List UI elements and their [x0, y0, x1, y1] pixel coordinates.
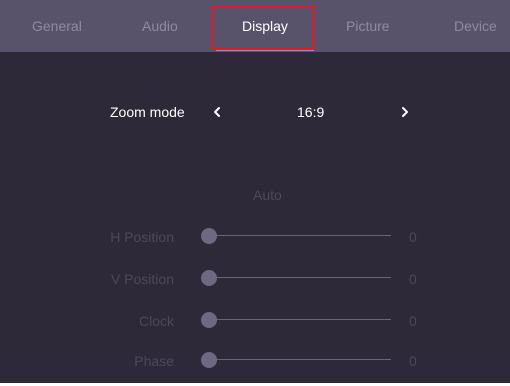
v-position-slider-thumb[interactable] — [201, 270, 217, 286]
h-position-slider-thumb[interactable] — [201, 228, 217, 244]
phase-slider-thumb[interactable] — [201, 352, 217, 368]
phase-slider-track — [209, 359, 391, 360]
h-position-slider-track — [209, 235, 391, 236]
display-tab-highlight-box — [211, 6, 314, 50]
clock-slider-thumb[interactable] — [201, 312, 217, 328]
clock-value: 0 — [409, 313, 417, 329]
clock-slider[interactable] — [201, 312, 391, 328]
h-position-value: 0 — [409, 229, 417, 245]
tab-device[interactable]: Device — [454, 17, 497, 35]
phase-slider[interactable] — [201, 352, 391, 368]
v-position-value: 0 — [409, 271, 417, 287]
zoom-mode-label: Zoom mode — [110, 104, 185, 120]
h-position-label: H Position — [110, 229, 174, 245]
v-position-label: V Position — [110, 271, 174, 287]
tab-general[interactable]: General — [32, 17, 82, 35]
chevron-right-icon[interactable] — [398, 104, 412, 120]
chevron-left-icon[interactable] — [210, 104, 224, 120]
phase-value: 0 — [409, 353, 417, 369]
h-position-slider[interactable] — [201, 228, 391, 244]
tab-picture[interactable]: Picture — [346, 17, 390, 35]
clock-slider-track — [209, 319, 391, 320]
zoom-mode-value: 16:9 — [297, 104, 325, 120]
auto-adjust-button[interactable]: Auto — [253, 186, 282, 204]
phase-label: Phase — [134, 353, 174, 369]
clock-label: Clock — [138, 313, 174, 329]
display-settings-screen: General Audio Display Picture Device Zoo… — [0, 0, 510, 383]
tab-audio[interactable]: Audio — [142, 17, 178, 35]
v-position-slider-track — [209, 277, 391, 278]
v-position-slider[interactable] — [201, 270, 391, 286]
